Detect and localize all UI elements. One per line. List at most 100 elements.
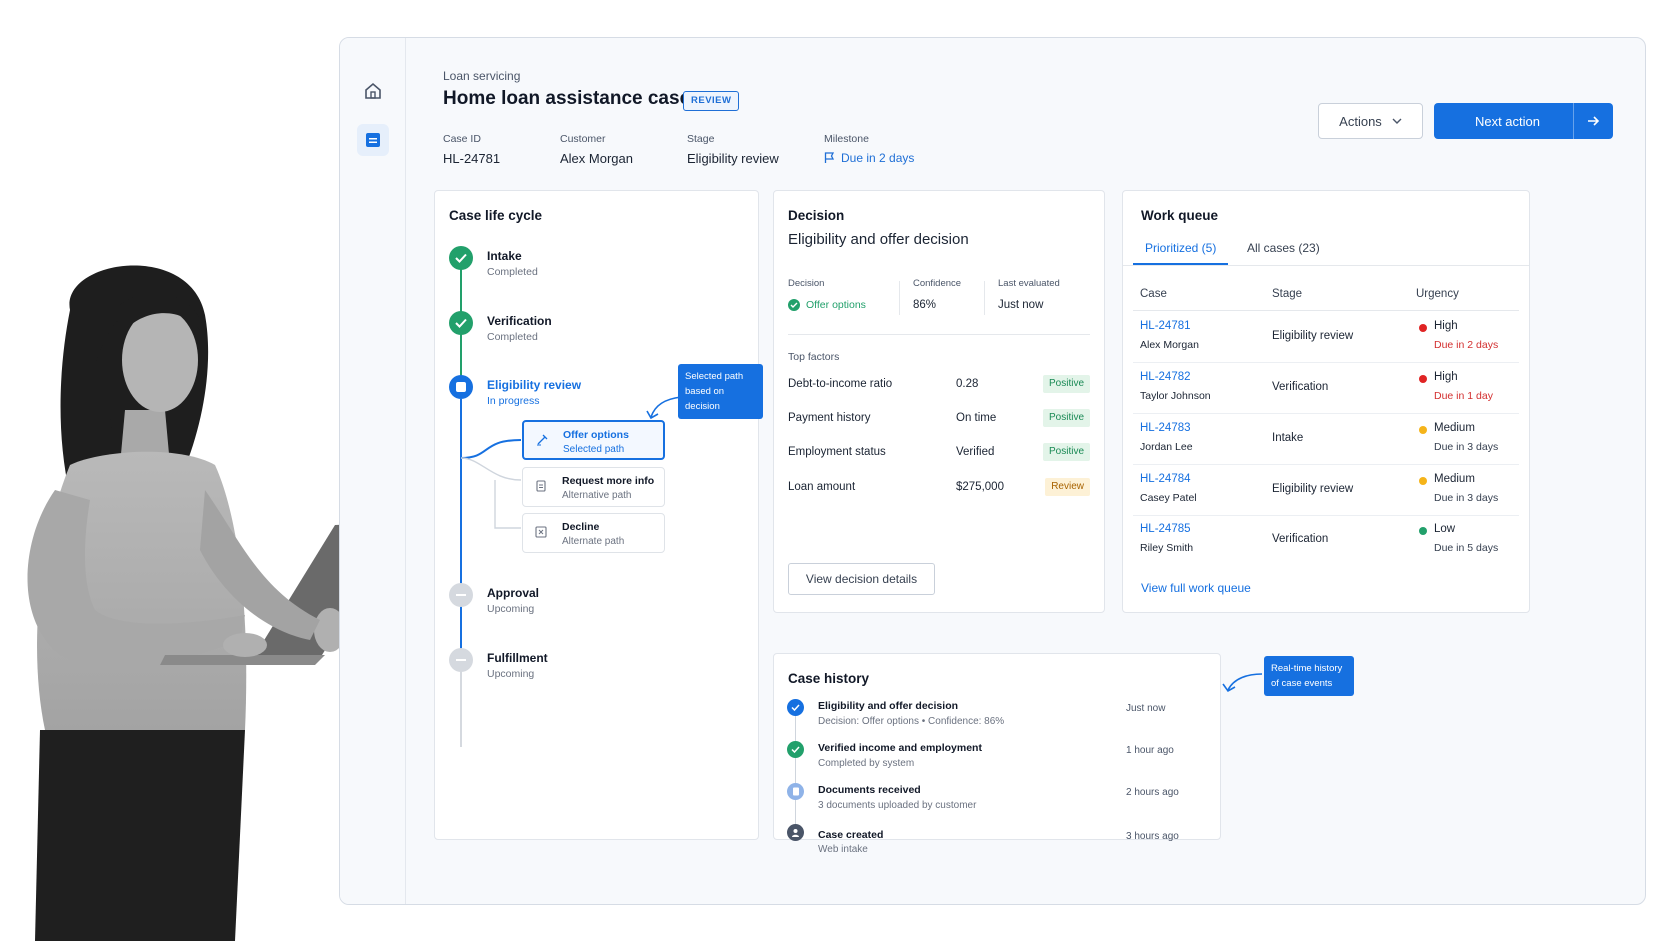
history-event-detail: Completed by system — [818, 758, 915, 769]
work-queue-card: Work queue Prioritized (5) All cases (23… — [1122, 190, 1530, 613]
meta-value: HL-24781 — [443, 151, 501, 166]
case-id-link[interactable]: HL-24784 — [1140, 473, 1191, 485]
decision-value-text: Offer options — [806, 299, 866, 311]
urgency-dot-icon — [1419, 477, 1427, 485]
factor-tag: Review — [1045, 478, 1090, 496]
urgency-dot-icon — [1419, 324, 1427, 332]
case-due: Due in 2 days — [1434, 339, 1499, 351]
path-decline[interactable]: Decline Alternate path — [522, 513, 665, 553]
path-request-more-info[interactable]: Request more info Alternative path — [522, 467, 665, 507]
path-sub: Alternate path — [562, 536, 625, 547]
history-event-title: Documents received — [818, 784, 921, 796]
step-verification-check-icon — [449, 311, 473, 335]
history-event-title: Verified income and employment — [818, 742, 982, 754]
callout-line: Real-time history — [1271, 663, 1343, 674]
edit-check-icon — [537, 434, 548, 446]
step-upcoming-icon — [449, 583, 473, 607]
divider — [899, 281, 900, 315]
decision-value: Offer options — [788, 299, 866, 311]
branch-connector — [461, 439, 522, 529]
actions-button[interactable]: Actions — [1318, 103, 1423, 139]
decision-title: Decision — [788, 208, 845, 223]
meta-stage: Stage Eligibility review — [687, 133, 779, 166]
flag-icon — [824, 152, 835, 163]
work-queue-title: Work queue — [1141, 208, 1219, 223]
view-decision-details-button[interactable]: View decision details — [788, 563, 935, 595]
document-icon — [536, 480, 546, 492]
nav-cases-button[interactable] — [357, 124, 389, 156]
history-event-time: 1 hour ago — [1126, 745, 1174, 756]
next-action-button[interactable]: Next action — [1434, 103, 1613, 139]
view-full-queue-link[interactable]: View full work queue — [1141, 581, 1251, 595]
document-list-icon — [366, 133, 380, 147]
table-row[interactable]: HL-24785 Riley Smith Verification Low Du… — [1133, 515, 1519, 566]
step-status: In progress — [487, 395, 540, 407]
milestone-text: Due in 2 days — [841, 151, 915, 165]
meta-customer: Customer Alex Morgan — [560, 133, 633, 166]
factor-tag: Positive — [1042, 443, 1090, 461]
history-event-time: 3 hours ago — [1126, 831, 1179, 842]
factor-tag: Positive — [1042, 409, 1090, 427]
case-id-link[interactable]: HL-24781 — [1140, 320, 1191, 332]
case-customer: Taylor Johnson — [1140, 390, 1211, 402]
step-status: Upcoming — [487, 603, 535, 615]
case-stage: Eligibility review — [1272, 483, 1354, 495]
tab-underline — [1133, 263, 1228, 265]
tab-prioritized[interactable]: Prioritized (5) — [1145, 241, 1216, 255]
case-id-link[interactable]: HL-24785 — [1140, 523, 1191, 535]
case-urgency: High — [1434, 371, 1458, 383]
decision-check-icon — [787, 699, 804, 716]
table-row[interactable]: HL-24783 Jordan Lee Intake Medium Due in… — [1133, 414, 1519, 465]
case-stage: Verification — [1272, 381, 1329, 393]
verified-check-icon — [787, 741, 804, 758]
milestone-value[interactable]: Due in 2 days — [824, 151, 914, 165]
history-event-time: Just now — [1126, 703, 1166, 714]
history-event-detail: Decision: Offer options • Confidence: 86… — [818, 716, 1005, 727]
evaluated-value: Just now — [998, 299, 1044, 311]
factor-row: Payment history On time Positive — [788, 409, 1090, 429]
case-due: Due in 5 days — [1434, 542, 1499, 554]
tab-all-cases[interactable]: All cases (23) — [1247, 241, 1320, 255]
case-urgency: High — [1434, 320, 1458, 332]
factor-row: Debt-to-income ratio 0.28 Positive — [788, 375, 1090, 395]
case-customer: Casey Patel — [1140, 492, 1197, 504]
col-header-case: Case — [1140, 288, 1167, 300]
step-name[interactable]: Eligibility review — [487, 378, 581, 392]
chevron-down-icon — [1392, 118, 1402, 124]
table-row[interactable]: HL-24782 Taylor Johnson Verification Hig… — [1133, 363, 1519, 414]
nav-home-button[interactable] — [357, 75, 389, 107]
divider — [1133, 310, 1519, 311]
lifecycle-title: Case life cycle — [449, 208, 543, 223]
decline-box-icon — [535, 526, 547, 538]
table-row[interactable]: HL-24781 Alex Morgan Eligibility review … — [1133, 312, 1519, 363]
case-urgency: Low — [1434, 523, 1456, 535]
path-name: Offer options — [563, 429, 629, 441]
history-event-time: 2 hours ago — [1126, 787, 1179, 798]
step-name: Approval — [487, 586, 540, 600]
case-history-card: Case history Eligibility and offer decis… — [773, 653, 1221, 855]
meta-label: Stage — [687, 133, 715, 145]
factor-tag: Positive — [1042, 375, 1090, 393]
case-id-link[interactable]: HL-24782 — [1140, 371, 1191, 383]
case-customer: Jordan Lee — [1140, 441, 1193, 453]
callout-real-time-history: Real-time history of case events — [1264, 656, 1354, 696]
factor-row: Loan amount $275,000 Review — [788, 478, 1090, 498]
status-badge: REVIEW — [683, 91, 740, 111]
page-title: Home loan assistance case — [443, 88, 691, 109]
case-id-link[interactable]: HL-24783 — [1140, 422, 1191, 434]
meta-value: Eligibility review — [687, 151, 779, 166]
divider — [788, 334, 1090, 335]
factor-name: Payment history — [788, 412, 871, 424]
meta-case-id: Case ID HL-24781 — [443, 133, 500, 166]
path-offer-options[interactable]: Offer options Selected path — [522, 420, 665, 460]
table-row[interactable]: HL-24784 Casey Patel Eligibility review … — [1133, 465, 1519, 516]
top-factors-label: Top factors — [788, 351, 840, 363]
case-urgency: Medium — [1434, 473, 1475, 485]
meta-label: Customer — [560, 133, 606, 145]
path-sub: Alternative path — [562, 490, 632, 501]
callout-line: of case events — [1271, 678, 1333, 689]
history-event-title: Eligibility and offer decision — [818, 700, 959, 712]
case-stage: Verification — [1272, 533, 1329, 545]
home-icon — [365, 82, 381, 99]
divider — [1123, 265, 1529, 266]
